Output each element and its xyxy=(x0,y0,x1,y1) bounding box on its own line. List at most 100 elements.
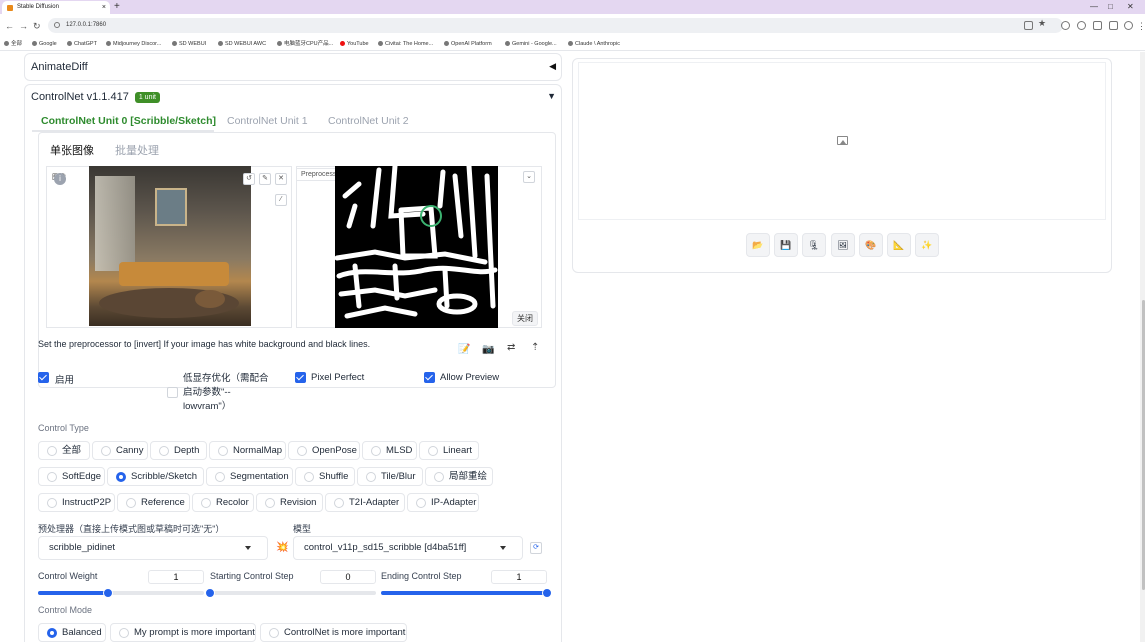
tab-unit-0[interactable]: ControlNet Unit 0 [Scribble/Sketch] xyxy=(41,115,216,127)
tab-single-image[interactable]: 单张图像 xyxy=(50,142,94,158)
browser-tab[interactable]: Stable Diffusion × xyxy=(2,1,110,14)
tab-unit-2[interactable]: ControlNet Unit 2 xyxy=(328,115,409,127)
control-weight-input[interactable]: 1 xyxy=(148,570,204,584)
control-type-all[interactable]: 全部 xyxy=(38,441,90,460)
end-step-slider[interactable] xyxy=(381,588,552,598)
control-type-instructp2p[interactable]: InstructP2P xyxy=(38,493,115,512)
control-mode-prompt[interactable]: My prompt is more important xyxy=(110,623,256,642)
end-step-input[interactable]: 1 xyxy=(491,570,547,584)
back-icon[interactable]: ← xyxy=(5,19,14,33)
edit-icon[interactable]: 📝 xyxy=(458,344,470,355)
swap-icon[interactable]: ⇄ xyxy=(507,342,515,353)
extensions-puzzle-icon[interactable] xyxy=(1093,21,1102,30)
control-weight-slider[interactable] xyxy=(38,588,204,598)
control-type-lineart[interactable]: Lineart xyxy=(419,441,479,460)
control-type-mlsd[interactable]: MLSD xyxy=(362,441,417,460)
control-type-scribble[interactable]: Scribble/Sketch xyxy=(107,467,204,486)
animatediff-title: AnimateDiff xyxy=(31,61,88,73)
model-select[interactable]: control_v11p_sd15_scribble [d4ba51ff] xyxy=(293,536,523,560)
start-step-slider[interactable] xyxy=(205,588,376,598)
close-window-icon[interactable]: ✕ xyxy=(1127,0,1134,14)
save-icon[interactable]: 💾 xyxy=(774,233,798,257)
preprocessor-select[interactable]: scribble_pidinet xyxy=(38,536,268,560)
close-preview-button[interactable]: 关闭 xyxy=(512,311,538,326)
camera-icon[interactable]: 📷 xyxy=(482,344,494,355)
bookmark-cpu[interactable]: 电脑蓝牙CPU产品... xyxy=(277,38,333,51)
extension-icon[interactable] xyxy=(1061,21,1070,30)
control-type-ip-adapter[interactable]: IP-Adapter xyxy=(407,493,479,512)
bookmark-midjourney[interactable]: Midjourney Discor... xyxy=(106,38,161,51)
model-label: 模型 xyxy=(293,524,312,534)
reload-icon[interactable]: ↻ xyxy=(33,19,41,33)
address-bar[interactable]: 127.0.0.1:7860 xyxy=(48,18,1063,33)
zip-icon[interactable]: 🗜 xyxy=(802,233,826,257)
bookmark-chatgpt[interactable]: ChatGPT xyxy=(67,38,97,51)
control-type-reference[interactable]: Reference xyxy=(117,493,190,512)
bookmark-civitai[interactable]: Civitai: The Home... xyxy=(378,38,433,51)
new-tab-button[interactable]: + xyxy=(114,0,120,14)
control-type-segmentation[interactable]: Segmentation xyxy=(206,467,293,486)
lowvram-checkbox[interactable] xyxy=(167,387,178,398)
profile-icon[interactable] xyxy=(1124,21,1133,30)
sparkle-icon[interactable]: ✨ xyxy=(915,233,939,257)
enable-checkbox[interactable] xyxy=(38,372,49,383)
control-type-t2i-adapter[interactable]: T2I-Adapter xyxy=(325,493,405,512)
forward-icon[interactable]: → xyxy=(19,19,28,33)
control-type-normalmap[interactable]: NormalMap xyxy=(209,441,286,460)
clear-icon[interactable]: ✕ xyxy=(275,173,287,185)
expand-arrow-icon[interactable]: ▼ xyxy=(547,91,556,101)
brush-icon[interactable]: ✎ xyxy=(259,173,271,185)
control-type-canny[interactable]: Canny xyxy=(92,441,148,460)
sidebar-icon[interactable] xyxy=(1109,21,1118,30)
control-mode-balanced[interactable]: Balanced xyxy=(38,623,106,642)
pixel-perfect-checkbox[interactable] xyxy=(295,372,306,383)
control-type-depth[interactable]: Depth xyxy=(150,441,207,460)
bookmark-openai[interactable]: OpenAI Platform xyxy=(444,38,492,51)
control-type-openpose[interactable]: OpenPose xyxy=(288,441,360,460)
bookmark-sd-webui-awc[interactable]: SD WEBUI AWC xyxy=(218,38,266,51)
collapse-preview-icon[interactable]: ⌄ xyxy=(523,171,535,183)
bookmark-sd-webui[interactable]: SD WEBUI xyxy=(172,38,206,51)
bookmark-gemini[interactable]: Gemini - Google... xyxy=(505,38,557,51)
bookmark-all[interactable]: 全部 xyxy=(4,38,22,51)
translate-icon[interactable] xyxy=(1024,21,1033,30)
minimize-icon[interactable]: — xyxy=(1090,0,1098,14)
control-mode-controlnet[interactable]: ControlNet is more important xyxy=(260,623,407,642)
info-icon[interactable]: i xyxy=(54,173,66,185)
close-tab-icon[interactable]: × xyxy=(102,1,106,14)
controlnet-title[interactable]: ControlNet v1.1.417 1 unit xyxy=(31,91,160,103)
favicon-icon xyxy=(7,5,13,11)
site-info-icon[interactable] xyxy=(54,22,60,28)
dropdown-caret-icon xyxy=(500,546,506,550)
allow-preview-checkbox[interactable] xyxy=(424,372,435,383)
history-icon[interactable] xyxy=(1077,21,1086,30)
wand-icon[interactable]: ⁄ xyxy=(275,194,287,206)
bookmark-youtube[interactable]: YouTube xyxy=(340,38,369,51)
control-type-recolor[interactable]: Recolor xyxy=(192,493,254,512)
menu-icon[interactable]: ⋮ xyxy=(1137,19,1145,33)
start-step-knob[interactable] xyxy=(205,588,215,598)
control-weight-knob[interactable] xyxy=(102,588,113,598)
refresh-models-icon[interactable]: ⟳ xyxy=(530,542,542,554)
folder-icon[interactable]: 📂 xyxy=(746,233,770,257)
animatediff-accordion[interactable]: AnimateDiff ◀ xyxy=(24,53,562,81)
tab-unit-1[interactable]: ControlNet Unit 1 xyxy=(227,115,308,127)
bookmark-google[interactable]: Google xyxy=(32,38,57,51)
upload-arrow-icon[interactable]: ⇡ xyxy=(531,342,539,353)
star-icon[interactable]: ★ xyxy=(1038,18,1047,28)
maximize-icon[interactable]: □ xyxy=(1108,0,1113,14)
image-icon[interactable]: 🖼 xyxy=(831,233,855,257)
control-type-softedge[interactable]: SoftEdge xyxy=(38,467,105,486)
control-type-revision[interactable]: Revision xyxy=(256,493,323,512)
ruler-icon[interactable]: 📐 xyxy=(887,233,911,257)
run-preprocessor-icon[interactable]: 💥 xyxy=(276,542,288,553)
palette-icon[interactable]: 🎨 xyxy=(859,233,883,257)
control-type-shuffle[interactable]: Shuffle xyxy=(295,467,355,486)
end-step-knob[interactable] xyxy=(542,588,552,598)
start-step-input[interactable]: 0 xyxy=(320,570,376,584)
control-type-inpaint[interactable]: 局部重绘 xyxy=(425,467,493,486)
undo-icon[interactable]: ↺ xyxy=(243,173,255,185)
tab-batch[interactable]: 批量处理 xyxy=(115,142,159,158)
bookmark-claude[interactable]: Claude \ Anthropic xyxy=(568,38,620,51)
control-type-tile[interactable]: Tile/Blur xyxy=(357,467,423,486)
